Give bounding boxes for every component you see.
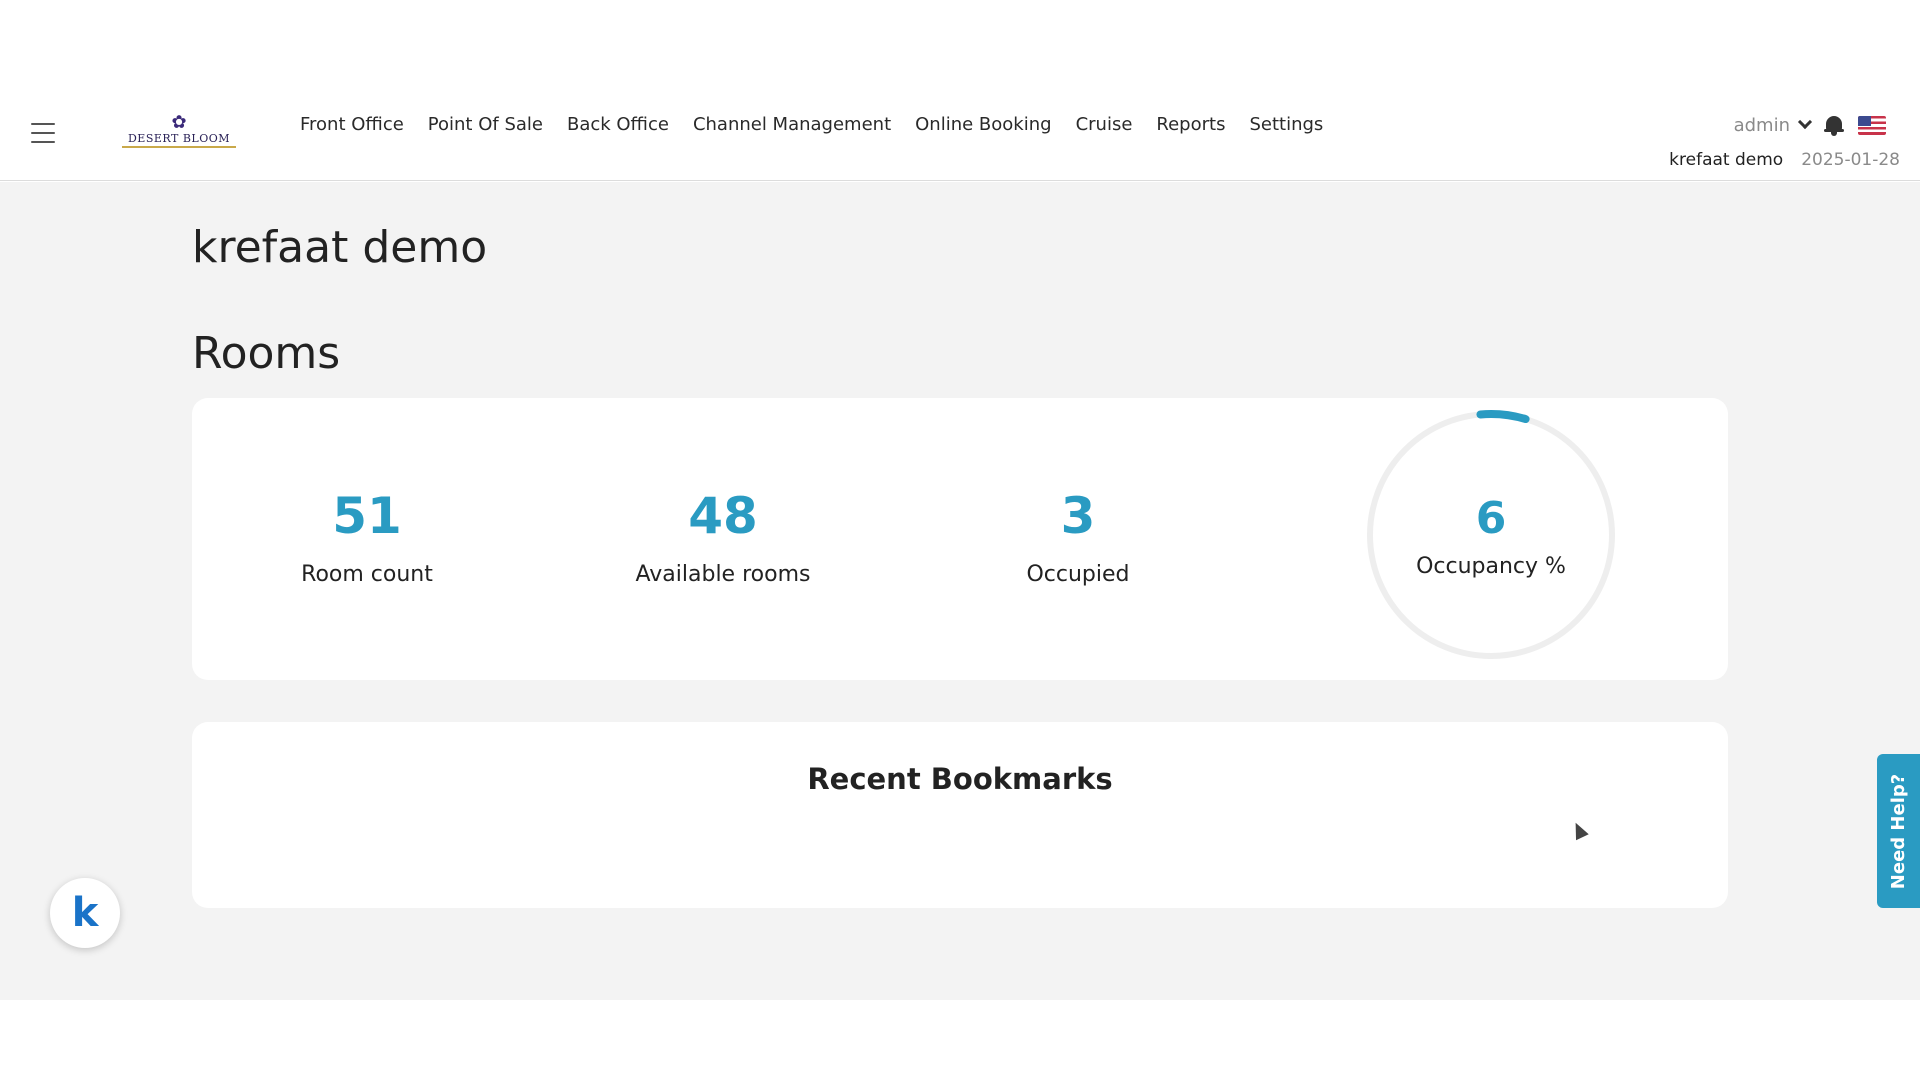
occupied-label: Occupied (1026, 562, 1130, 587)
nav-point-of-sale[interactable]: Point Of Sale (416, 114, 555, 135)
stat-room-count: 51 Room count (227, 488, 507, 587)
available-rooms-label: Available rooms (635, 562, 811, 587)
k-logo-icon: k (71, 890, 99, 936)
nav-cruise[interactable]: Cruise (1064, 114, 1145, 135)
flower-icon: ✿ (171, 112, 187, 133)
user-dropdown[interactable]: admin (1733, 114, 1813, 136)
current-date: 2025-01-28 (1801, 150, 1900, 170)
available-rooms-value: 48 (688, 487, 758, 545)
nav-back-office[interactable]: Back Office (555, 114, 681, 135)
rooms-heading: Rooms (192, 328, 341, 379)
occupancy-gauge: 6 Occupancy % (1364, 408, 1618, 662)
need-help-label: Need Help? (1888, 773, 1909, 889)
room-count-label: Room count (301, 562, 433, 587)
nav-reports[interactable]: Reports (1144, 114, 1237, 135)
user-area: admin (1734, 114, 1886, 136)
menu-icon[interactable] (31, 123, 55, 143)
stat-occupied: 3 Occupied (938, 488, 1218, 587)
main-menu: Front Office Point Of Sale Back Office C… (288, 114, 1335, 135)
rooms-card: 51 Room count 48 Available rooms 3 Occup… (192, 398, 1728, 680)
user-name: admin (1733, 114, 1790, 136)
logo-text: DESERT BLOOM (121, 132, 237, 148)
k-logo-button[interactable]: k (50, 878, 120, 948)
nav-settings[interactable]: Settings (1237, 114, 1335, 135)
nav-online-booking[interactable]: Online Booking (903, 114, 1063, 135)
chevron-down-icon (1797, 114, 1813, 130)
occupancy-label: Occupancy % (1416, 554, 1566, 579)
recent-bookmarks-card: Recent Bookmarks (192, 722, 1728, 908)
room-count-value: 51 (332, 487, 402, 545)
bottom-blank-area (0, 1000, 1920, 1080)
stat-available-rooms: 48 Available rooms (583, 488, 863, 587)
nav-channel-management[interactable]: Channel Management (681, 114, 903, 135)
occupied-value: 3 (1060, 487, 1096, 545)
nav-front-office[interactable]: Front Office (288, 114, 416, 135)
page-title: krefaat demo (192, 222, 488, 273)
bell-icon[interactable] (1824, 114, 1844, 136)
main-content: krefaat demo Rooms 51 Room count 48 Avai… (0, 182, 1920, 1000)
hotel-info: krefaat demo 2025-01-28 (1669, 150, 1900, 170)
top-navbar: ✿ DESERT BLOOM Front Office Point Of Sal… (0, 88, 1920, 181)
hotel-name: krefaat demo (1669, 150, 1784, 170)
occupancy-value: 6 (1475, 493, 1507, 544)
top-blank-area (0, 0, 1920, 88)
us-flag-icon[interactable] (1858, 115, 1886, 135)
need-help-button[interactable]: Need Help? (1877, 754, 1920, 908)
brand-logo[interactable]: ✿ DESERT BLOOM (108, 108, 250, 154)
recent-bookmarks-title: Recent Bookmarks (807, 762, 1113, 796)
